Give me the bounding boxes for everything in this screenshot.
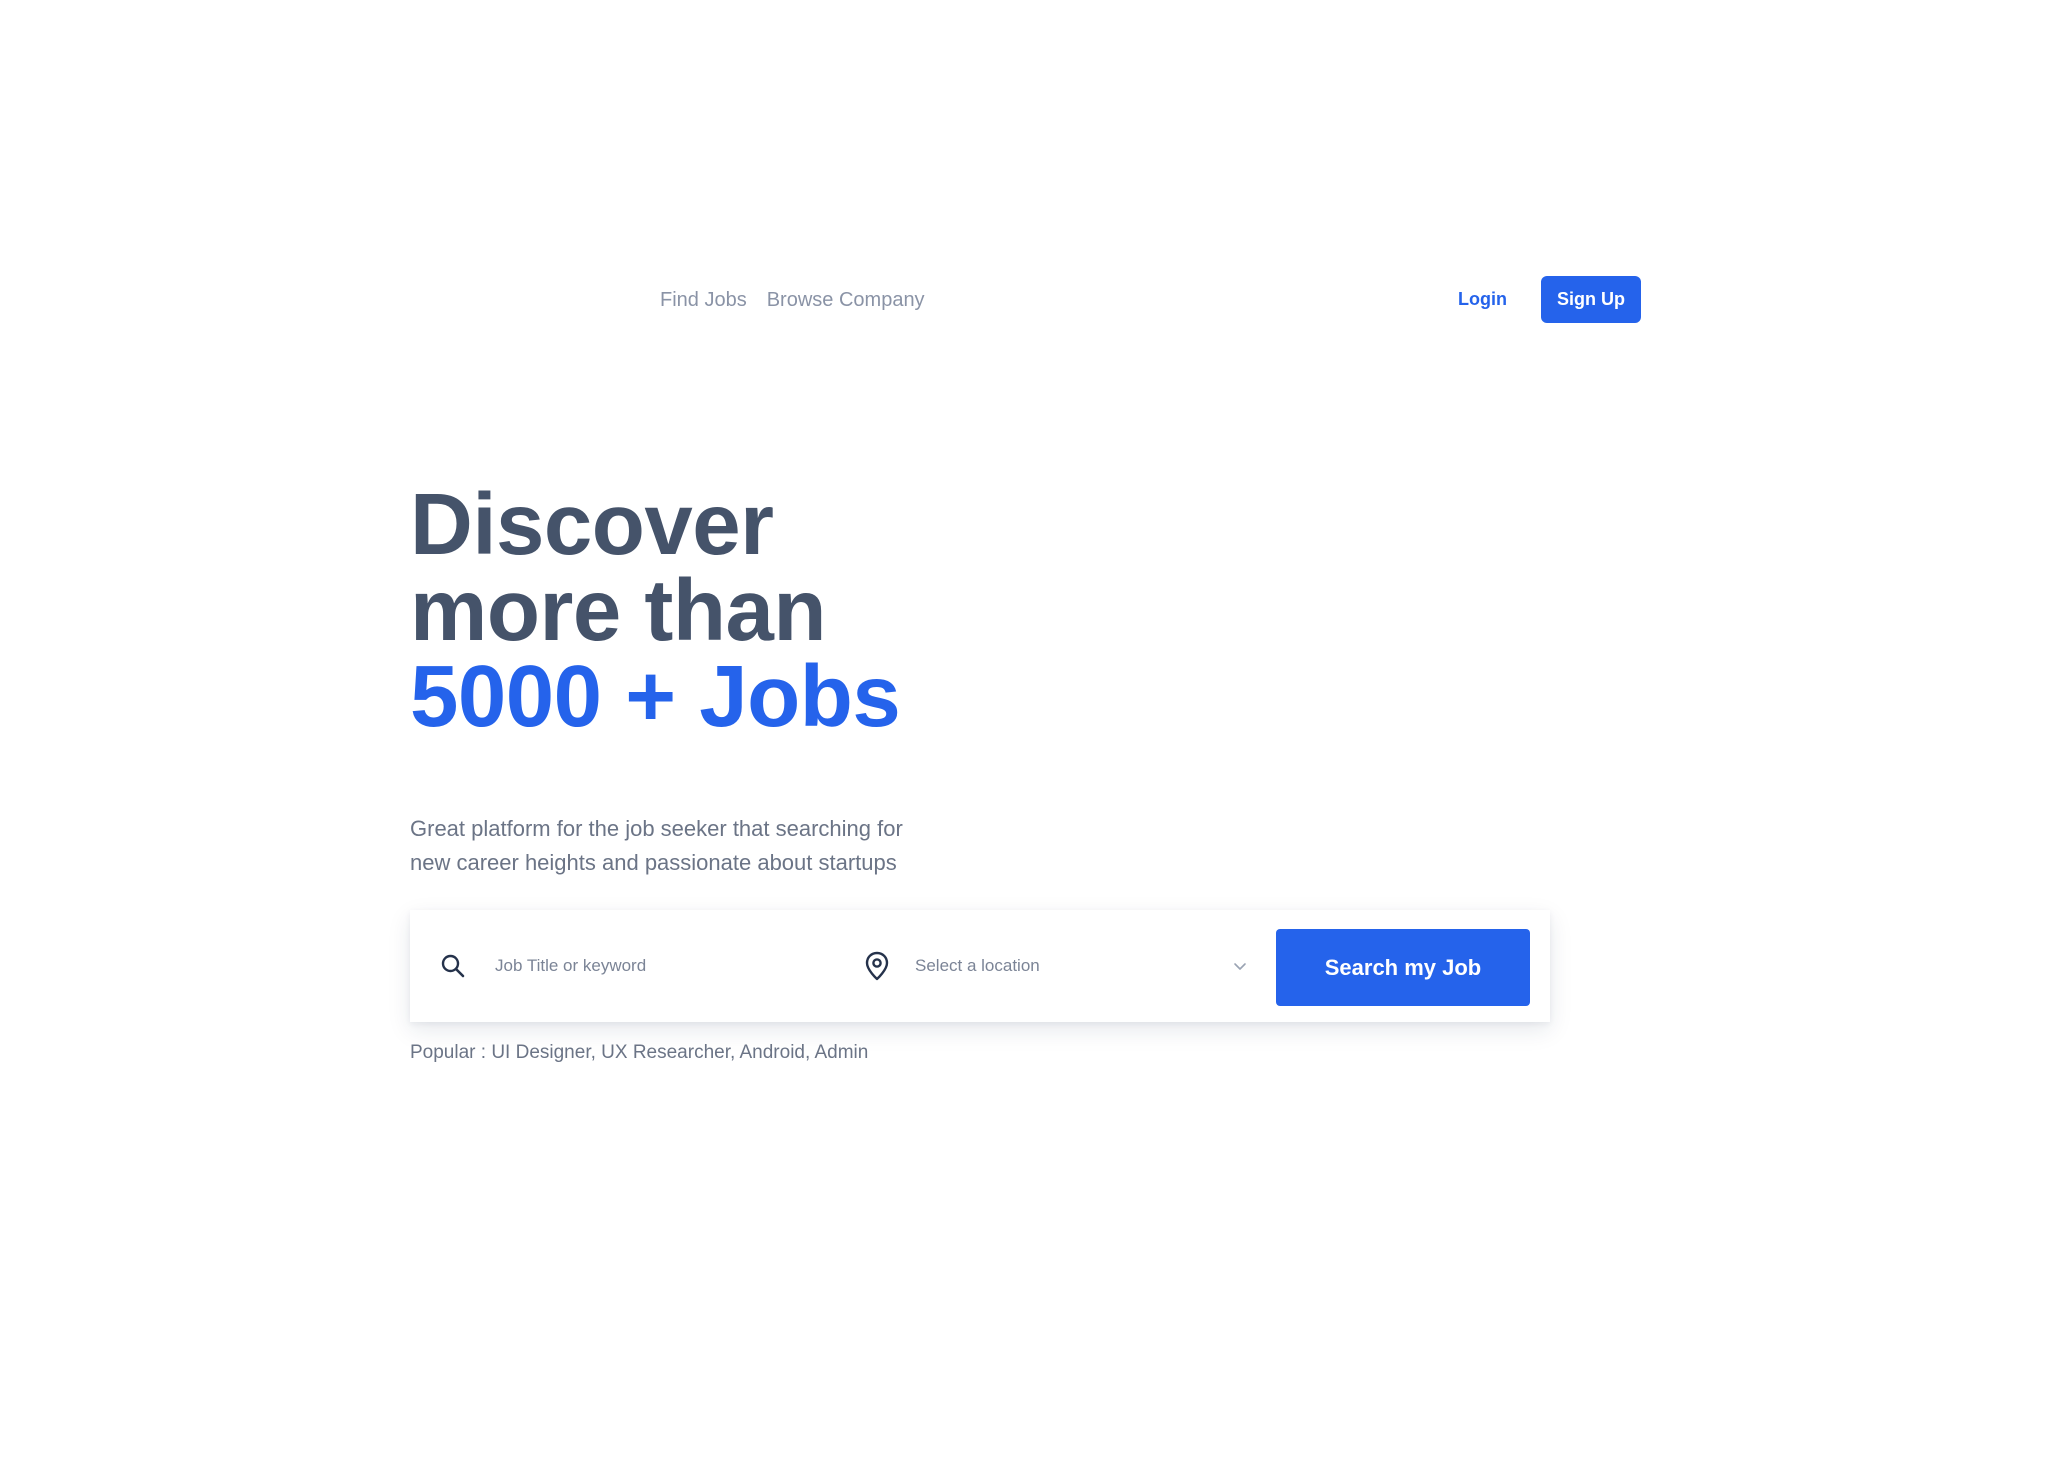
- nav-links: Find Jobs Browse Company: [660, 287, 925, 313]
- clipped-section-heading: [410, 1212, 710, 1218]
- hero-title-line-1: Discover: [410, 476, 774, 573]
- signup-button[interactable]: Sign Up: [1541, 276, 1641, 323]
- nav-link-browse-company[interactable]: Browse Company: [767, 287, 925, 313]
- login-link[interactable]: Login: [1458, 287, 1507, 311]
- keyword-input[interactable]: [495, 950, 825, 982]
- chevron-down-icon[interactable]: [1232, 960, 1248, 972]
- hero-title: Discover more than 5000 + Jobs: [410, 476, 1110, 745]
- hero-title-line-2: more than: [410, 562, 827, 659]
- hero-description-line-2: new career heights and passionate about …: [410, 850, 897, 875]
- location-select-value: Select a location: [915, 956, 1040, 975]
- search-icon: [440, 953, 466, 979]
- location-select[interactable]: Select a location: [915, 950, 1255, 982]
- landing-page: Find Jobs Browse Company Login Sign Up D…: [0, 0, 2048, 1472]
- hero-description: Great platform for the job seeker that s…: [410, 812, 1010, 880]
- nav-link-find-jobs[interactable]: Find Jobs: [660, 287, 747, 313]
- hero-title-accent: 5000 + Jobs: [410, 648, 901, 745]
- popular-searches: Popular : UI Designer, UX Researcher, An…: [410, 1042, 869, 1063]
- map-pin-icon: [864, 951, 890, 981]
- hero-description-line-1: Great platform for the job seeker that s…: [410, 816, 903, 841]
- search-my-job-button[interactable]: Search my Job: [1276, 929, 1530, 1006]
